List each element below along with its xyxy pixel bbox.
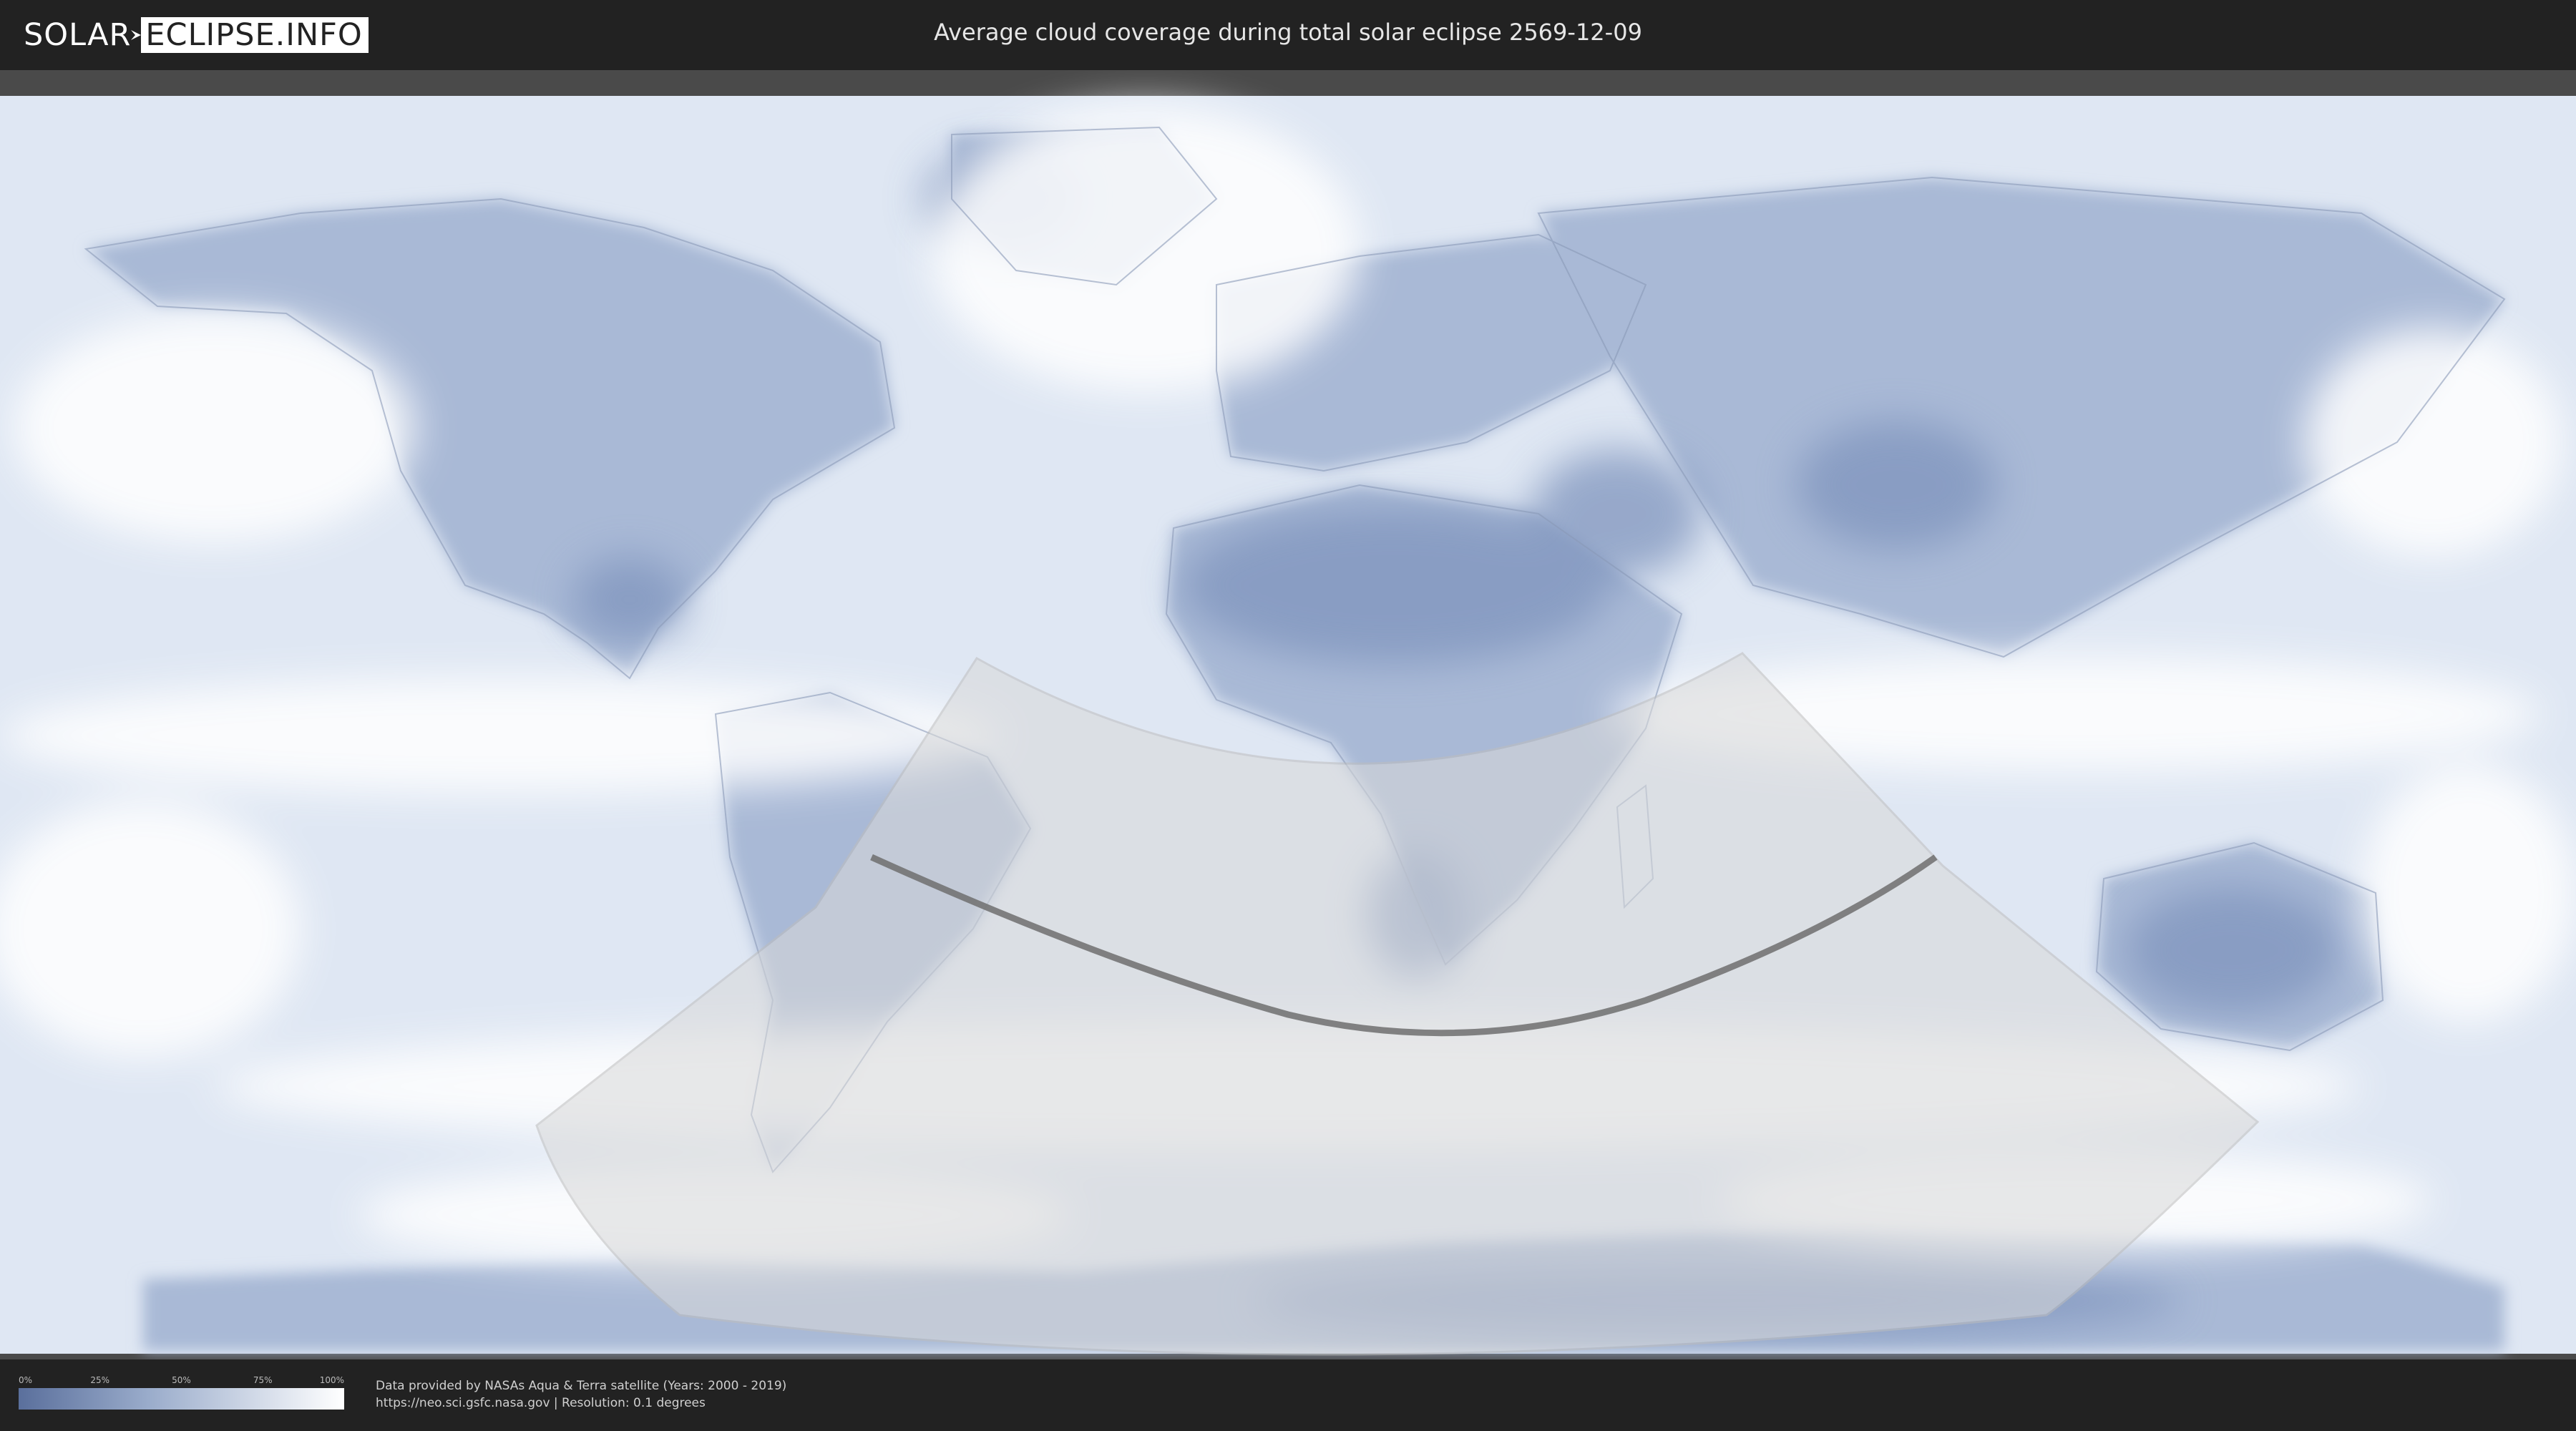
credits-line-source: Data provided by NASAs Aqua & Terra sate… xyxy=(376,1379,787,1393)
legend-tick-0: 0% xyxy=(19,1375,33,1385)
legend-gradient-bar xyxy=(19,1388,344,1410)
cloud-coverage-legend: 0% 25% 50% 75% 100% xyxy=(19,1375,344,1410)
world-map-svg xyxy=(0,70,2576,1359)
credits-line-url[interactable]: https://neo.sci.gsfc.nasa.gov | Resoluti… xyxy=(376,1395,786,1412)
legend-tick-50: 50% xyxy=(172,1375,191,1385)
data-credits: Data provided by NASAs Aqua & Terra sate… xyxy=(376,1377,786,1412)
legend-tick-100: 100% xyxy=(319,1375,344,1385)
page-title: Average cloud coverage during total sola… xyxy=(934,19,1642,46)
legend-tick-75: 75% xyxy=(253,1375,273,1385)
cloud-coverage-map[interactable] xyxy=(0,70,2576,1359)
legend-ticks: 0% 25% 50% 75% 100% xyxy=(19,1375,344,1388)
legend-tick-25: 25% xyxy=(90,1375,110,1385)
header-bar: SOLAR ECLIPSE.INFO Average cloud coverag… xyxy=(0,0,2576,70)
